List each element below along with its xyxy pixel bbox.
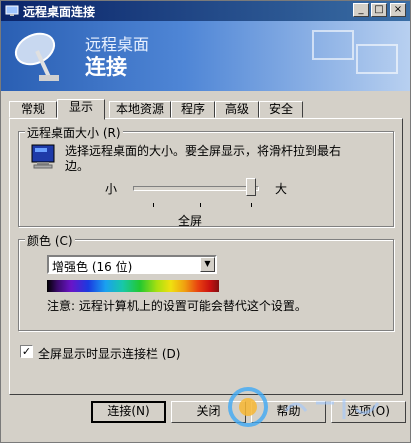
connect-button[interactable]: 连接(N) — [91, 401, 166, 423]
remote-desktop-icon — [5, 5, 19, 16]
chevron-down-icon[interactable]: ▼ — [200, 257, 215, 272]
tab-general[interactable]: 常规 — [9, 101, 57, 118]
color-note: 注意: 远程计算机上的设置可能会替代这个设置。 — [47, 299, 307, 313]
color-spectrum-bar — [47, 280, 219, 292]
size-slider-track[interactable] — [133, 186, 259, 191]
window-title: 远程桌面连接 — [23, 5, 96, 19]
tab-programs[interactable]: 程序 — [171, 101, 215, 118]
banner-computers-graphic — [312, 30, 398, 74]
maximize-button[interactable]: □ — [371, 3, 387, 17]
satellite-dish-icon — [14, 32, 59, 81]
help-button[interactable]: 帮助 — [251, 401, 326, 423]
tab-display[interactable]: 显示 — [57, 99, 105, 120]
tab-advanced[interactable]: 高级 — [215, 101, 259, 118]
minimize-button[interactable]: _ — [353, 3, 369, 17]
size-group-title: 远程桌面大小 (R) — [25, 124, 123, 141]
show-bar-label: 全屏显示时显示连接栏 (D) — [38, 347, 181, 361]
slider-tick — [251, 203, 252, 207]
tab-security[interactable]: 安全 — [259, 101, 303, 118]
color-group-title: 颜色 (C) — [25, 232, 75, 249]
close-button[interactable]: × — [390, 3, 406, 17]
color-depth-value: 增强色 (16 位) — [52, 260, 133, 274]
slider-small-label: 小 — [105, 182, 118, 196]
slider-big-label: 大 — [275, 182, 288, 196]
banner: 远程桌面 连接 — [1, 21, 410, 91]
size-group: 远程桌面大小 (R) 选择远程桌面的大小。要全屏显示，将滑杆拉到最右边。 小 大… — [18, 124, 394, 228]
color-depth-select[interactable]: 增强色 (16 位) ▼ — [47, 255, 217, 274]
display-panel: 远程桌面大小 (R) 选择远程桌面的大小。要全屏显示，将滑杆拉到最右边。 小 大… — [9, 118, 403, 395]
slider-value-label: 全屏 — [178, 214, 203, 228]
slider-tick — [153, 203, 154, 207]
tab-local-resources[interactable]: 本地资源 — [109, 101, 171, 118]
color-group: 颜色 (C) 增强色 (16 位) ▼ 注意: 远程计算机上的设置可能会替代这个… — [18, 232, 394, 331]
size-slider-thumb[interactable] — [246, 178, 256, 196]
show-bar-checkbox[interactable]: ✓ — [20, 345, 33, 358]
remote-desktop-window: 远程桌面连接 _ □ × 远程桌面 连接 常规 显示 本地资源 程序 高级 安全… — [0, 0, 411, 443]
title-bar[interactable]: 远程桌面连接 _ □ × — [1, 1, 410, 21]
close-dialog-button[interactable]: 关闭 — [171, 401, 246, 423]
slider-tick — [200, 203, 201, 207]
banner-line2: 连接 — [85, 55, 127, 79]
monitor-icon — [31, 144, 55, 169]
options-button[interactable]: 选项(O) — [331, 401, 406, 423]
size-description: 选择远程桌面的大小。要全屏显示，将滑杆拉到最右边。 — [65, 144, 342, 173]
